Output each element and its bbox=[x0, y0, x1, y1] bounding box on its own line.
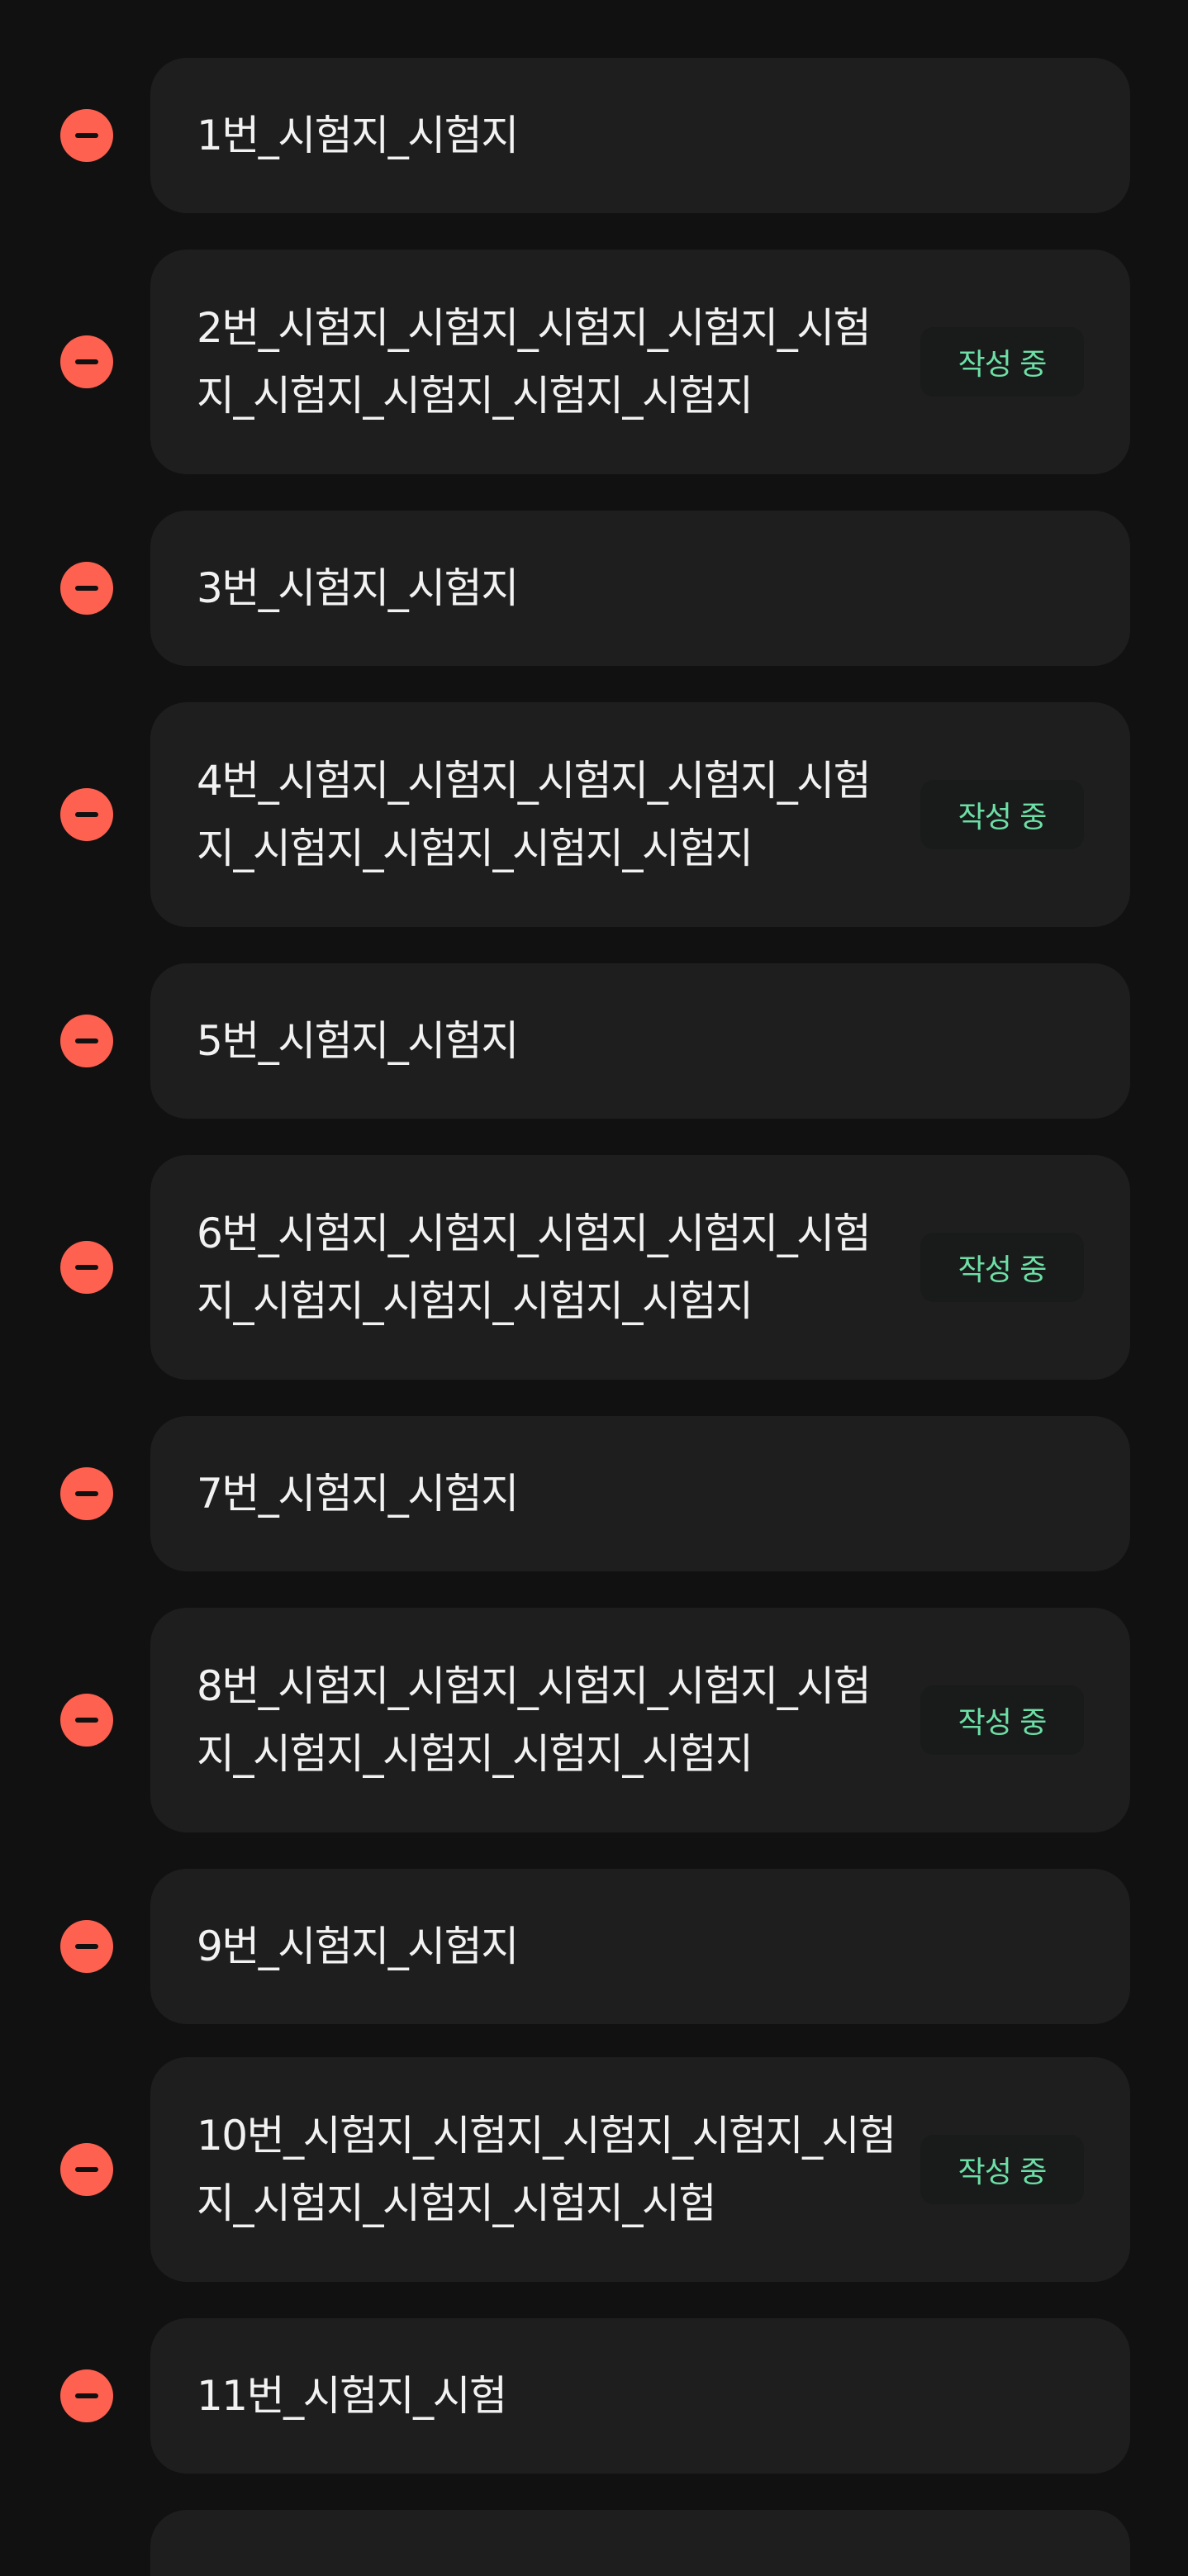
test-paper-title: 5번_시험지_시험지 bbox=[197, 1017, 519, 1065]
status-badge: 작성 중 bbox=[920, 1233, 1084, 1302]
remove-item-button[interactable] bbox=[60, 1920, 113, 1973]
test-paper-card[interactable]: 6번_시험지_시험지_시험지_시험지_시험지_시험지_시험지_시험지_시험지 작… bbox=[150, 1155, 1130, 1380]
test-paper-title: 1번_시험지_시험지 bbox=[197, 112, 519, 159]
status-badge: 작성 중 bbox=[920, 327, 1084, 397]
status-badge: 작성 중 bbox=[920, 780, 1084, 849]
test-paper-card[interactable]: 2번_시험지_시험지_시험지_시험지_시험지_시험지_시험지_시험지_시험지 작… bbox=[150, 250, 1130, 474]
list-item: 8번_시험지_시험지_시험지_시험지_시험지_시험지_시험지_시험지_시험지 작… bbox=[0, 1608, 1188, 1832]
list-item: 4번_시험지_시험지_시험지_시험지_시험지_시험지_시험지_시험지_시험지 작… bbox=[0, 702, 1188, 927]
test-paper-card[interactable]: 10번_시험지_시험지_시험지_시험지_시험지_시험지_시험지_시험지_시험 작… bbox=[150, 2057, 1130, 2282]
minus-icon bbox=[75, 1491, 98, 1496]
status-badge: 작성 중 bbox=[920, 2135, 1084, 2204]
remove-item-button[interactable] bbox=[60, 1241, 113, 1294]
test-paper-card[interactable] bbox=[150, 2510, 1130, 2576]
test-paper-card[interactable]: 1번_시험지_시험지 bbox=[150, 58, 1130, 213]
test-paper-card[interactable]: 5번_시험지_시험지 bbox=[150, 963, 1130, 1119]
list-item: 2번_시험지_시험지_시험지_시험지_시험지_시험지_시험지_시험지_시험지 작… bbox=[0, 250, 1188, 474]
list-item: 1번_시험지_시험지 bbox=[0, 58, 1188, 213]
list-item: 5번_시험지_시험지 bbox=[0, 963, 1188, 1119]
remove-item-button[interactable] bbox=[60, 562, 113, 615]
test-paper-card[interactable]: 8번_시험지_시험지_시험지_시험지_시험지_시험지_시험지_시험지_시험지 작… bbox=[150, 1608, 1130, 1832]
remove-item-button[interactable] bbox=[60, 2369, 113, 2422]
minus-icon bbox=[75, 2167, 98, 2172]
minus-icon bbox=[75, 1944, 98, 1949]
test-paper-title: 11번_시험지_시험 bbox=[197, 2372, 507, 2420]
test-paper-title: 7번_시험지_시험지 bbox=[197, 1470, 519, 1518]
list-item bbox=[0, 2510, 1188, 2576]
test-paper-card[interactable]: 11번_시험지_시험 bbox=[150, 2318, 1130, 2474]
list-item: 9번_시험지_시험지 bbox=[0, 1869, 1188, 2024]
test-paper-title: 9번_시험지_시험지 bbox=[197, 1922, 519, 1970]
list-item: 10번_시험지_시험지_시험지_시험지_시험지_시험지_시험지_시험지_시험 작… bbox=[0, 2057, 1188, 2282]
test-paper-title: 8번_시험지_시험지_시험지_시험지_시험지_시험지_시험지_시험지_시험지 bbox=[197, 1662, 872, 1778]
remove-item-button[interactable] bbox=[60, 2143, 113, 2196]
list-item: 3번_시험지_시험지 bbox=[0, 511, 1188, 666]
remove-item-button[interactable] bbox=[60, 1694, 113, 1747]
status-badge: 작성 중 bbox=[920, 1685, 1084, 1755]
remove-item-button[interactable] bbox=[60, 788, 113, 841]
test-paper-title: 2번_시험지_시험지_시험지_시험지_시험지_시험지_시험지_시험지_시험지 bbox=[197, 304, 872, 420]
minus-icon bbox=[75, 359, 98, 364]
test-paper-title: 10번_시험지_시험지_시험지_시험지_시험지_시험지_시험지_시험지_시험 bbox=[197, 2112, 896, 2227]
remove-item-button[interactable] bbox=[60, 1015, 113, 1067]
test-paper-list: 1번_시험지_시험지 2번_시험지_시험지_시험지_시험지_시험지_시험지_시험… bbox=[0, 0, 1188, 2576]
minus-icon bbox=[75, 1265, 98, 1270]
minus-icon bbox=[75, 133, 98, 138]
minus-icon bbox=[75, 1718, 98, 1723]
remove-item-button[interactable] bbox=[60, 1467, 113, 1520]
minus-icon bbox=[75, 812, 98, 817]
test-paper-title: 4번_시험지_시험지_시험지_시험지_시험지_시험지_시험지_시험지_시험지 bbox=[197, 757, 872, 872]
test-paper-title: 3번_시험지_시험지 bbox=[197, 564, 519, 612]
minus-icon bbox=[75, 586, 98, 591]
list-item: 6번_시험지_시험지_시험지_시험지_시험지_시험지_시험지_시험지_시험지 작… bbox=[0, 1155, 1188, 1380]
test-paper-title: 6번_시험지_시험지_시험지_시험지_시험지_시험지_시험지_시험지_시험지 bbox=[197, 1210, 872, 1325]
test-paper-card[interactable]: 3번_시험지_시험지 bbox=[150, 511, 1130, 666]
list-item: 7번_시험지_시험지 bbox=[0, 1416, 1188, 1571]
test-paper-card[interactable]: 4번_시험지_시험지_시험지_시험지_시험지_시험지_시험지_시험지_시험지 작… bbox=[150, 702, 1130, 927]
test-paper-card[interactable]: 7번_시험지_시험지 bbox=[150, 1416, 1130, 1571]
remove-item-button[interactable] bbox=[60, 335, 113, 388]
remove-item-button[interactable] bbox=[60, 109, 113, 162]
minus-icon bbox=[75, 2393, 98, 2398]
list-item: 11번_시험지_시험 bbox=[0, 2318, 1188, 2474]
minus-icon bbox=[75, 1038, 98, 1043]
test-paper-card[interactable]: 9번_시험지_시험지 bbox=[150, 1869, 1130, 2024]
